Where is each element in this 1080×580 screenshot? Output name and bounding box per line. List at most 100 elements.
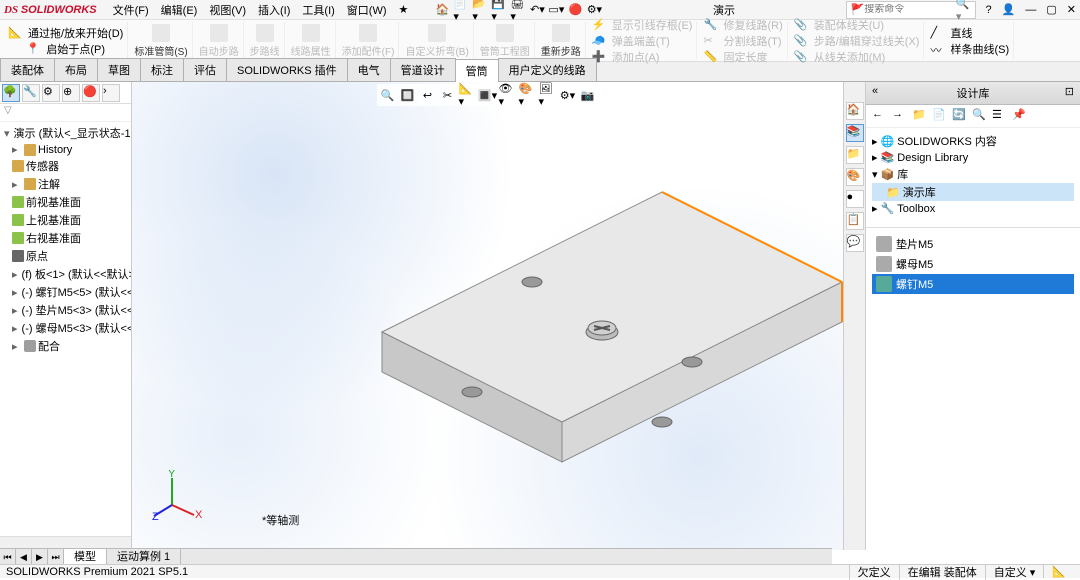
lib-pin-icon[interactable]: 📌 [1012, 108, 1028, 124]
tree-mates[interactable]: ▸配合 [2, 337, 129, 355]
tree-part-plate[interactable]: ▸(f) 板<1> (默认<<默认>_显 [2, 265, 129, 283]
tree-origin[interactable]: 原点 [2, 247, 129, 265]
tree-part-washer[interactable]: ▸(-) 垫片M5<3> (默认<<默 [2, 301, 129, 319]
tab-piping[interactable]: 管道设计 [390, 58, 456, 81]
orient-icon[interactable]: 📐▾ [459, 86, 477, 104]
lib-item-screw[interactable]: 螺钉M5 [872, 274, 1074, 294]
tree-top-plane[interactable]: 上视基准面 [2, 211, 129, 229]
lib-design-library[interactable]: ▸ 📚Design Library [872, 150, 1074, 165]
status-unit-icon[interactable]: 📐 [1043, 565, 1074, 578]
tree-part-nut[interactable]: ▸(-) 螺母M5<3> (默认<<默 [2, 319, 129, 337]
menu-more[interactable]: ★ [393, 3, 415, 16]
tab-first[interactable]: ⏮ [0, 549, 16, 564]
open-icon[interactable]: 📂▾ [472, 2, 488, 18]
render-icon[interactable]: 📷 [579, 86, 597, 104]
minimize-icon[interactable]: — [1025, 4, 1036, 16]
search-dropdown-icon[interactable]: 🔍▾ [956, 0, 971, 23]
help-pin-icon[interactable]: ⊡ [1065, 85, 1074, 98]
help-icon[interactable]: ? [986, 4, 992, 16]
status-custom[interactable]: 自定义 ▾ [985, 564, 1044, 580]
lib-item-washer[interactable]: 垫片M5 [872, 234, 1074, 254]
tab-layout[interactable]: 布局 [54, 58, 98, 81]
user-icon[interactable]: 👤 [1002, 3, 1016, 16]
fm-tab-property[interactable]: 🔧 [22, 84, 40, 102]
taskpane-file-explorer[interactable]: 📁 [846, 146, 864, 164]
tree-sensors[interactable]: 传感器 [2, 157, 129, 175]
tab-annotate[interactable]: 标注 [140, 58, 184, 81]
fm-tab-tree[interactable]: 🌳 [2, 84, 20, 102]
lib-addfile-icon[interactable]: 📄 [932, 108, 948, 124]
lib-back-icon[interactable]: ← [872, 108, 888, 124]
tab-motion-study[interactable]: 运动算例 1 [107, 549, 181, 564]
tree-right-plane[interactable]: 右视基准面 [2, 229, 129, 247]
tree-root[interactable]: ▾演示 (默认<_显示状态-1 [2, 124, 129, 142]
model-plate[interactable] [312, 162, 843, 542]
graphics-viewport[interactable]: 🔍 🔲 ↩ ✂ 📐▾ 🔳▾ 👁▾ 🎨▾ 🖼▾ ⚙▾ 📷 [132, 82, 843, 550]
lib-fwd-icon[interactable]: → [892, 108, 908, 124]
save-icon[interactable]: 💾▾ [491, 2, 507, 18]
zoom-fit-icon[interactable]: 🔍 [379, 86, 397, 104]
view-triad[interactable]: Y X Z [152, 470, 202, 520]
menu-view[interactable]: 视图(V) [203, 2, 252, 18]
menu-file[interactable]: 文件(F) [107, 2, 155, 18]
taskpane-view-palette[interactable]: 🎨 [846, 168, 864, 186]
lib-demo-folder[interactable]: 📁演示库 [872, 183, 1074, 201]
section-icon[interactable]: ✂ [439, 86, 457, 104]
lib-config-icon[interactable]: ☰ [992, 108, 1008, 124]
collapse-icon[interactable]: « [872, 85, 878, 97]
fm-tab-more[interactable]: › [102, 84, 120, 102]
rebuild-icon[interactable]: 🔴 [567, 2, 583, 18]
tab-prev[interactable]: ◀ [16, 549, 32, 564]
tree-front-plane[interactable]: 前视基准面 [2, 193, 129, 211]
ribbon-reroute[interactable]: 重新步路 [537, 22, 586, 59]
ribbon-start[interactable]: 📐通过拖/放来开始(D) 📍启始于点(P) [4, 22, 128, 59]
tab-next[interactable]: ▶ [32, 549, 48, 564]
tree-filter[interactable]: ▽ [0, 104, 131, 122]
tree-part-screw[interactable]: ▸(-) 螺钉M5<5> (默认<<默 [2, 283, 129, 301]
fm-tab-config[interactable]: ⚙ [42, 84, 60, 102]
lib-item-nut[interactable]: 螺母M5 [872, 254, 1074, 274]
menu-tools[interactable]: 工具(I) [296, 2, 340, 18]
home-icon[interactable]: 🏠 [434, 2, 450, 18]
maximize-icon[interactable]: ▢ [1046, 3, 1056, 16]
appearance-icon[interactable]: 🎨▾ [519, 86, 537, 104]
hide-show-icon[interactable]: 👁▾ [499, 86, 517, 104]
view-settings-icon[interactable]: ⚙▾ [559, 86, 577, 104]
tab-model[interactable]: 模型 [64, 549, 107, 564]
ribbon-standard-tube[interactable]: 标准管筒(S) [130, 22, 192, 59]
lib-add-icon[interactable]: 📁 [912, 108, 928, 124]
tab-last[interactable]: ⏭ [48, 549, 64, 564]
tree-history[interactable]: ▸History [2, 142, 129, 157]
lib-refresh-icon[interactable]: 🔄 [952, 108, 968, 124]
close-icon[interactable]: ✕ [1067, 3, 1076, 16]
zoom-area-icon[interactable]: 🔲 [399, 86, 417, 104]
fm-tab-display[interactable]: 🔴 [82, 84, 100, 102]
tab-tubing[interactable]: 管筒 [455, 59, 499, 82]
taskpane-appearances[interactable]: ● [846, 190, 864, 208]
taskpane-forum[interactable]: 💬 [846, 234, 864, 252]
fm-tab-dim[interactable]: ⊕ [62, 84, 80, 102]
tab-user-routes[interactable]: 用户定义的线路 [498, 58, 597, 81]
print-icon[interactable]: 🖨▾ [510, 2, 526, 18]
tab-electrical[interactable]: 电气 [347, 58, 391, 81]
ribbon-line-group[interactable]: ╱直线 〰样条曲线(S) [926, 22, 1014, 59]
taskpane-custom-props[interactable]: 📋 [846, 212, 864, 230]
taskpane-home[interactable]: 🏠 [846, 102, 864, 120]
select-icon[interactable]: ▭▾ [548, 2, 564, 18]
tab-evaluate[interactable]: 评估 [183, 58, 227, 81]
scene-icon[interactable]: 🖼▾ [539, 86, 557, 104]
search-input[interactable] [864, 4, 956, 15]
tab-sketch[interactable]: 草图 [97, 58, 141, 81]
taskpane-design-library[interactable]: 📚 [846, 124, 864, 142]
menu-edit[interactable]: 编辑(E) [155, 2, 204, 18]
tab-addins[interactable]: SOLIDWORKS 插件 [226, 58, 348, 81]
lib-ku[interactable]: ▾ 📦库 [872, 165, 1074, 183]
tree-annotations[interactable]: ▸注解 [2, 175, 129, 193]
new-icon[interactable]: 📄▾ [453, 2, 469, 18]
menu-window[interactable]: 窗口(W) [341, 2, 393, 18]
prev-view-icon[interactable]: ↩ [419, 86, 437, 104]
undo-icon[interactable]: ↶▾ [529, 2, 545, 18]
menu-insert[interactable]: 插入(I) [252, 2, 296, 18]
lib-search-icon[interactable]: 🔍 [972, 108, 988, 124]
lib-toolbox[interactable]: ▸ 🔧Toolbox [872, 201, 1074, 216]
